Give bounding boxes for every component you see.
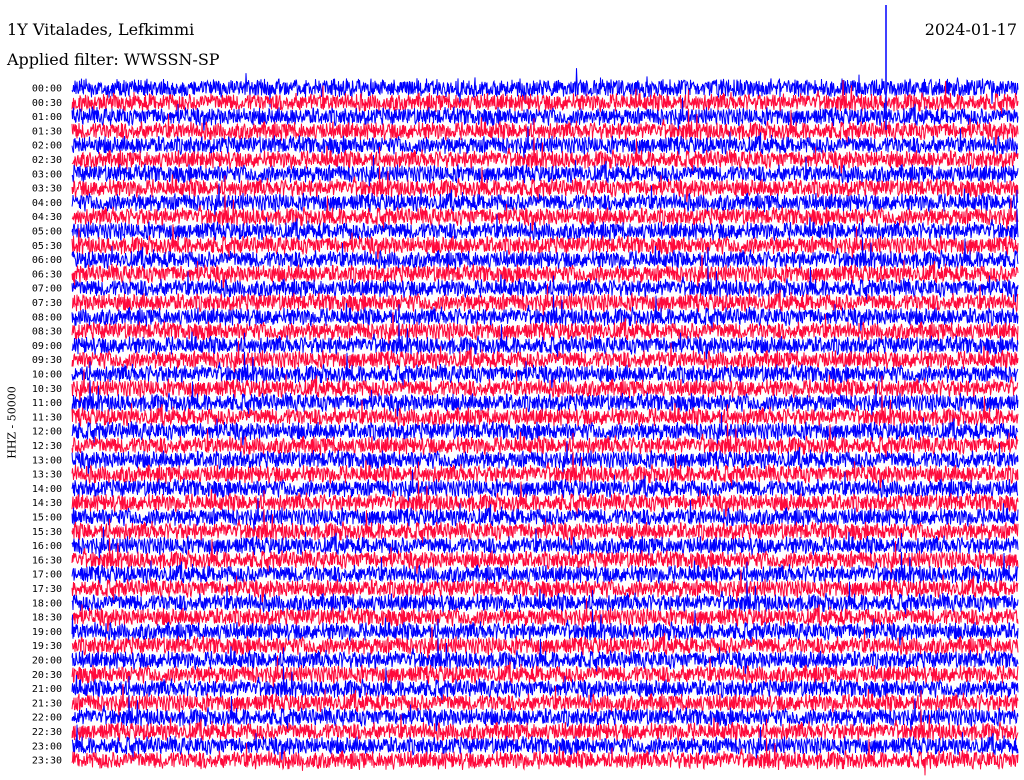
row-time-label: 08:00 [32,312,62,323]
row-time-label: 18:30 [32,613,62,624]
row-time-label: 01:30 [32,126,62,137]
row-time-label: 14:00 [32,484,62,495]
row-time-label: 09:30 [32,355,62,366]
row-time-label: 07:30 [32,298,62,309]
row-time-label: 20:00 [32,656,62,667]
row-time-label: 02:30 [32,155,62,166]
row-time-label: 23:30 [32,756,62,767]
row-time-label: 10:00 [32,370,62,381]
row-time-label: 10:30 [32,384,62,395]
row-time-label: 04:30 [32,212,62,223]
row-time-label: 22:30 [32,727,62,738]
row-time-label: 11:30 [32,412,62,423]
row-time-label: 16:00 [32,541,62,552]
row-time-label: 20:30 [32,670,62,681]
row-time-label: 09:00 [32,341,62,352]
row-time-label: 21:30 [32,698,62,709]
row-time-label: 06:30 [32,269,62,280]
row-time-label: 15:00 [32,513,62,524]
row-time-label: 07:00 [32,284,62,295]
row-time-label: 16:30 [32,555,62,566]
row-time-label: 05:30 [32,241,62,252]
row-time-label: 03:30 [32,184,62,195]
row-time-label: 13:00 [32,455,62,466]
row-time-label: 04:00 [32,198,62,209]
row-time-label: 17:00 [32,570,62,581]
row-time-label: 14:30 [32,498,62,509]
row-time-label: 00:00 [32,84,62,95]
row-time-label: 12:30 [32,441,62,452]
row-time-label: 22:00 [32,713,62,724]
row-time-label: 01:00 [32,112,62,123]
row-time-label: 06:00 [32,255,62,266]
row-time-label: 19:00 [32,627,62,638]
row-time-label: 17:30 [32,584,62,595]
row-time-label: 23:00 [32,741,62,752]
row-time-label: 19:30 [32,641,62,652]
row-time-label: 13:30 [32,470,62,481]
row-time-label: 11:00 [32,398,62,409]
row-time-label: 12:00 [32,427,62,438]
row-time-label: 05:00 [32,227,62,238]
helicorder-plot: 00:00 00:30 01:00 01:30 02:00 02:30 03:00 03:30… [32,5,1019,776]
row-time-label: 08:30 [32,327,62,338]
row-time-label: 18:00 [32,598,62,609]
row-time-label: 03:00 [32,169,62,180]
row-time-label: 02:00 [32,141,62,152]
row-time-label: 21:00 [32,684,62,695]
row-time-label: 00:30 [32,98,62,109]
row-time-label: 15:30 [32,527,62,538]
